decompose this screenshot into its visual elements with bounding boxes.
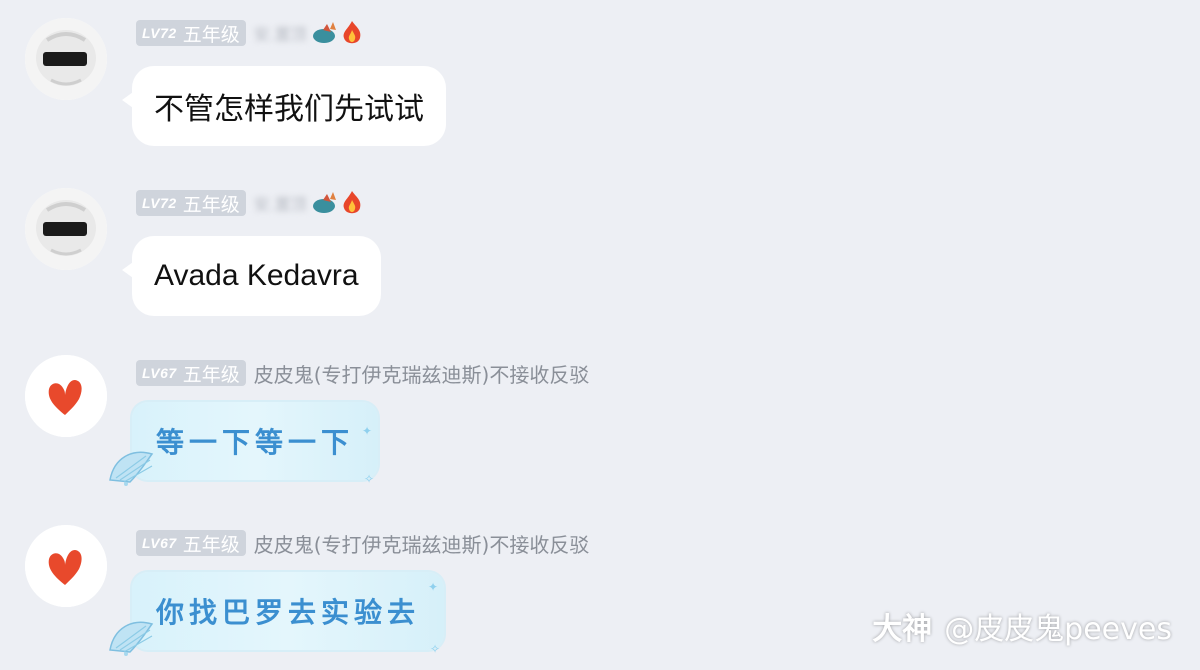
message-text: Avada Kedavra (154, 259, 359, 292)
user-avatar[interactable] (25, 355, 107, 437)
level-label: LV67 (142, 535, 177, 551)
nickname[interactable]: 安.置顶 (254, 21, 307, 45)
grade-label: 五年级 (182, 193, 240, 216)
level-badge: LV72 五年级 (136, 190, 246, 216)
level-badge: LV67 五年级 (136, 530, 246, 556)
message-text: 你找巴罗去实验去 (156, 596, 421, 629)
sparkle-decoration: ✦ (361, 424, 373, 438)
watermark-brand: 大神 (872, 612, 933, 647)
dragon-icon (312, 192, 336, 213)
grade-label: 五年级 (182, 363, 240, 386)
fancy-message-bubble[interactable]: 等一下等一下 ✦ ✧ (109, 402, 379, 486)
fire-icon (343, 191, 361, 214)
message-meta: LV72 五年级 安.置顶 (136, 187, 365, 219)
level-badge: LV67 五年级 (136, 360, 246, 386)
level-label: LV67 (142, 365, 177, 381)
bubble-tail (122, 260, 136, 280)
message-meta: LV67 五年级 皮皮鬼(专打伊克瑞兹迪斯)不接收反驳 (136, 527, 589, 559)
message-bubble[interactable]: Avada Kedavra (122, 236, 381, 316)
fancy-message-bubble[interactable]: 你找巴罗去实验去 ✦ ✧ (109, 572, 445, 656)
masked-face-avatar-icon (25, 18, 107, 100)
nickname[interactable]: 皮皮鬼(专打伊克瑞兹迪斯)不接收反驳 (254, 359, 590, 388)
sparkle-decoration: ✧ (429, 642, 441, 656)
level-label: LV72 (142, 195, 177, 211)
message-meta: LV72 五年级 安.置顶 (136, 17, 365, 49)
watermark: 大神 @皮皮鬼peeves (872, 604, 1172, 648)
dragon-icon (312, 22, 336, 43)
user-decorations (311, 189, 365, 217)
user-avatar[interactable] (25, 525, 107, 607)
sparkle-decoration: ✦ (427, 580, 439, 594)
nickname[interactable]: 皮皮鬼(专打伊克瑞兹迪斯)不接收反驳 (254, 529, 590, 558)
fire-icon (343, 21, 361, 44)
watermark-handle: @皮皮鬼peeves (944, 612, 1172, 647)
user-decorations (311, 19, 365, 47)
red-heart-avatar-icon (25, 525, 107, 607)
grade-label: 五年级 (182, 23, 240, 46)
sparkle-decoration: ✧ (363, 472, 375, 486)
nickname[interactable]: 安.置顶 (254, 191, 307, 215)
message-text: 不管怎样我们先试试 (154, 92, 424, 127)
masked-face-avatar-icon (25, 188, 107, 270)
level-label: LV72 (142, 25, 177, 41)
message-bubble[interactable]: 不管怎样我们先试试 (122, 66, 446, 146)
message-text: 等一下等一下 (156, 426, 355, 459)
grade-label: 五年级 (182, 533, 240, 556)
red-heart-avatar-icon (25, 355, 107, 437)
bubble-tail (122, 90, 136, 110)
user-avatar[interactable] (25, 18, 107, 100)
level-badge: LV72 五年级 (136, 20, 246, 46)
message-meta: LV67 五年级 皮皮鬼(专打伊克瑞兹迪斯)不接收反驳 (136, 357, 589, 389)
user-avatar[interactable] (25, 188, 107, 270)
seashell-icon (109, 451, 154, 486)
seashell-icon (109, 621, 154, 656)
